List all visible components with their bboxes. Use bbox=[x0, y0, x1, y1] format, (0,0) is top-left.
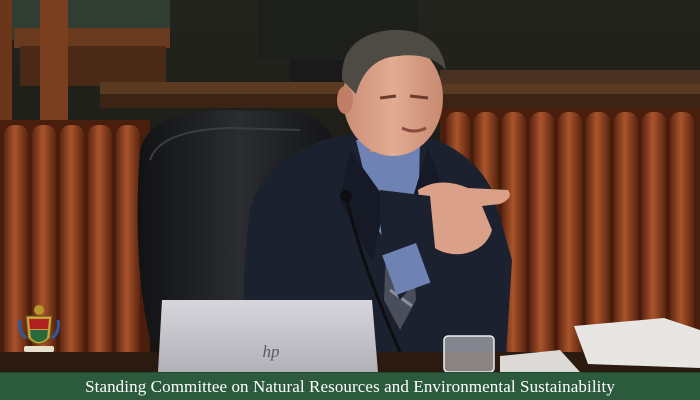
caption-bar: Standing Committee on Natural Resources … bbox=[0, 372, 700, 400]
papers bbox=[574, 318, 700, 368]
water-glass bbox=[443, 335, 495, 372]
laptop-brand-logo: hp bbox=[262, 342, 280, 361]
video-frame: hp Standing Committee on Natural Resourc… bbox=[0, 0, 700, 400]
wood-column bbox=[0, 0, 12, 140]
provincial-crest-icon bbox=[18, 305, 60, 352]
committee-scene bbox=[0, 0, 700, 372]
committee-caption: Standing Committee on Natural Resources … bbox=[85, 377, 615, 396]
